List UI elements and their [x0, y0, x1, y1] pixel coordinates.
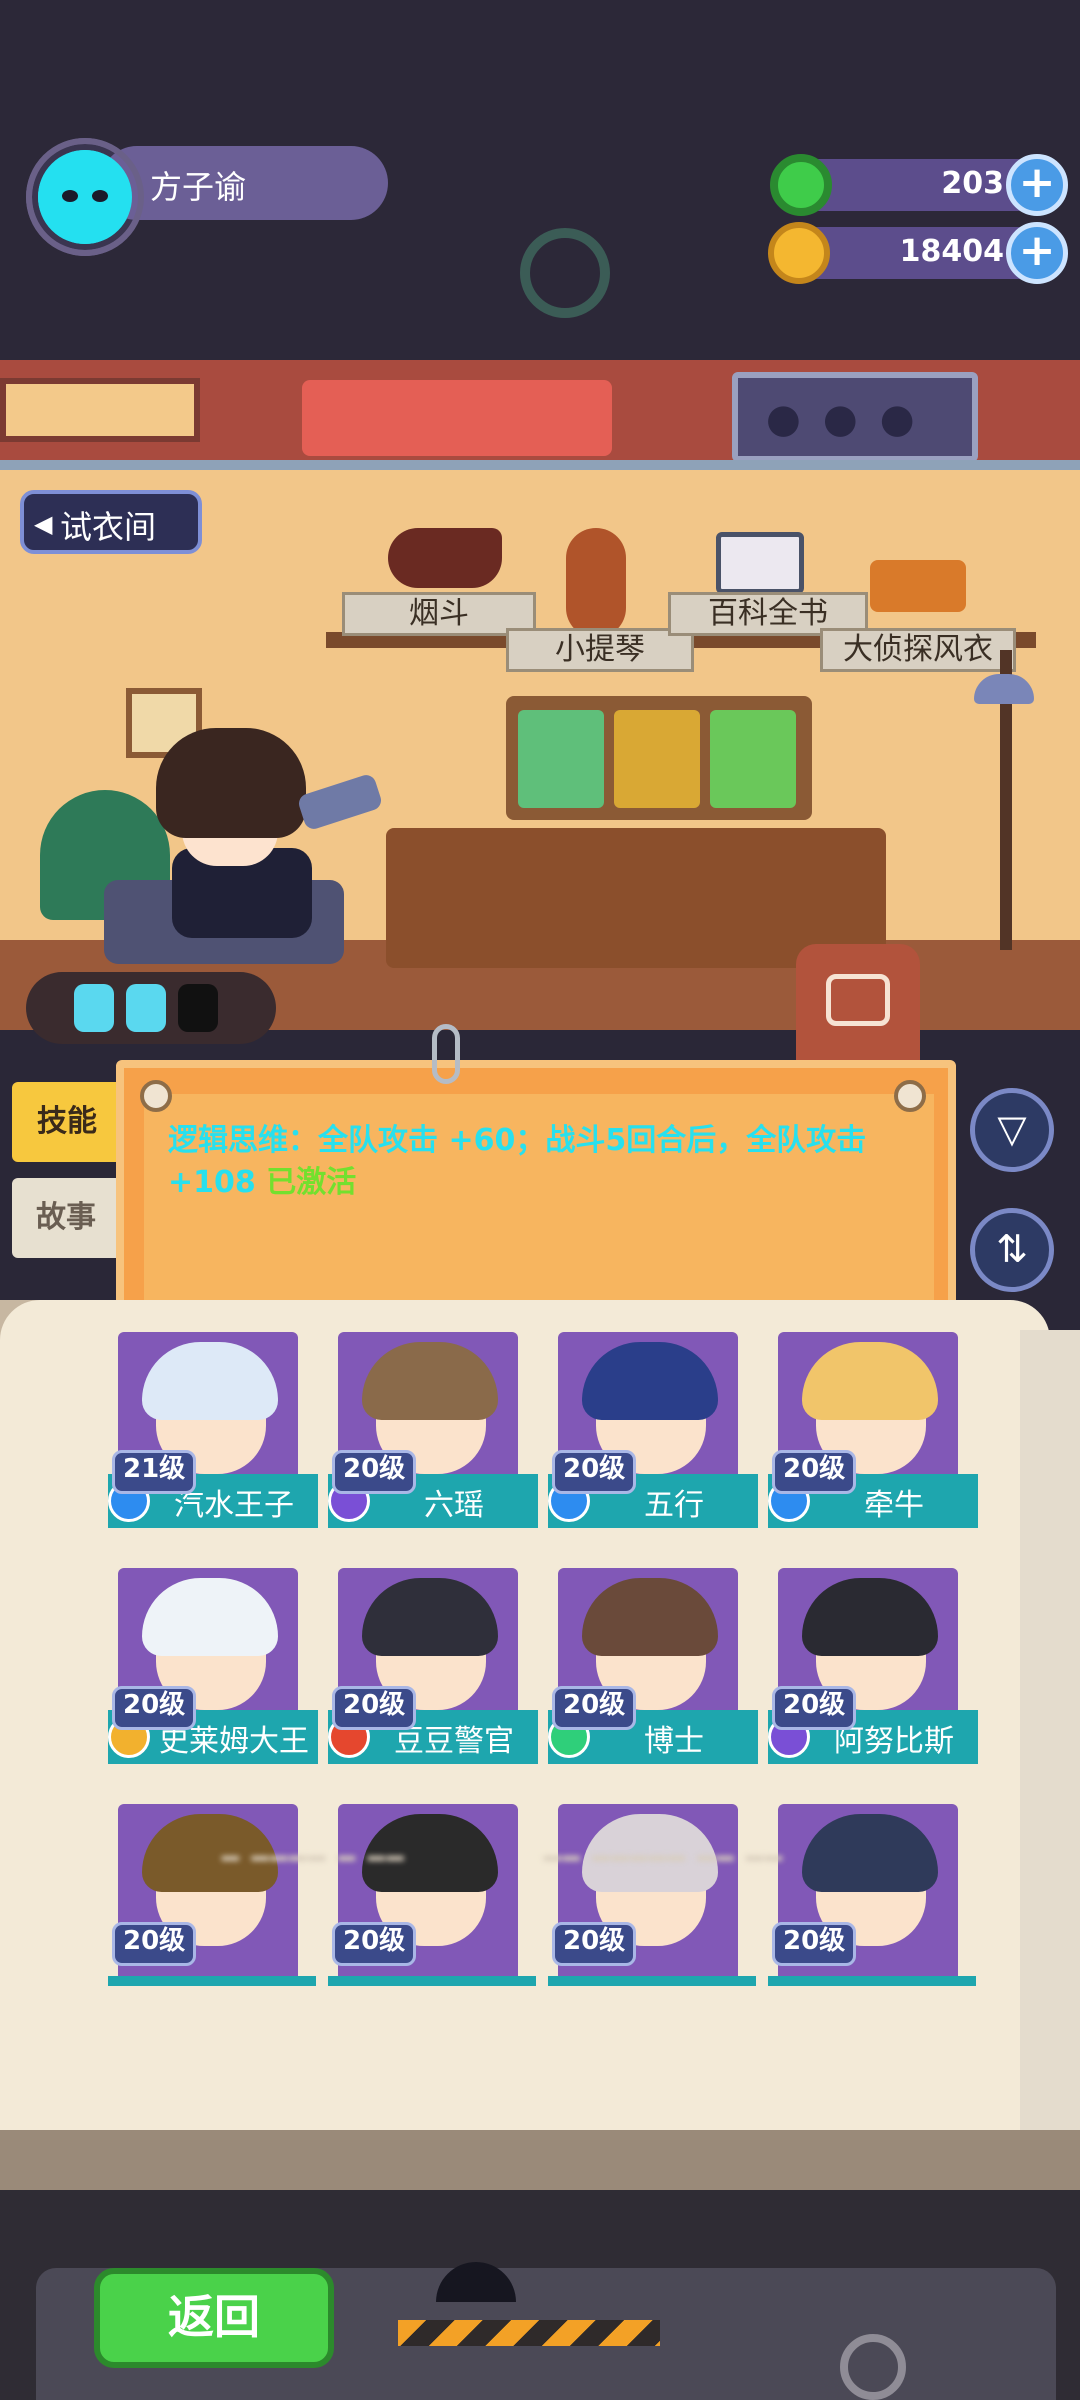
shelf-item-label: 大侦探风衣: [820, 628, 1016, 672]
character-card[interactable]: 阿努比斯 20级: [768, 1560, 978, 1792]
character-level: 21级: [112, 1450, 197, 1494]
tab-story[interactable]: 故事: [12, 1178, 120, 1258]
character-level: 20级: [772, 1686, 857, 1730]
book-base: [0, 2130, 1080, 2190]
back-arrow-icon: ◀: [34, 510, 53, 538]
avatar-face: [38, 150, 132, 244]
skill-description: 逻辑思维：全队攻击 +60；战斗5回合后，全队攻击 +108 已激活: [168, 1120, 908, 1204]
character-card[interactable]: 史莱姆大王 20级: [108, 1560, 318, 1792]
energy-cell-empty-icon: [178, 984, 218, 1032]
tab-skill[interactable]: 技能: [12, 1082, 122, 1162]
add-green-currency-button[interactable]: +: [1006, 154, 1068, 216]
character-level: 20级: [552, 1450, 637, 1494]
vent-panel: [0, 378, 200, 442]
character-level: 20级: [772, 1450, 857, 1494]
coat-icon[interactable]: [870, 560, 966, 612]
pin-icon: [894, 1080, 926, 1112]
character-level: 20级: [332, 1450, 417, 1494]
filter-button[interactable]: ▽: [970, 1088, 1054, 1172]
character-level: 20级: [112, 1922, 197, 1966]
character-card[interactable]: 汽水王子 21级: [108, 1324, 318, 1556]
character-card[interactable]: 20级: [108, 1796, 316, 1988]
player-name: 方子谕: [150, 168, 247, 206]
pipe-icon[interactable]: [388, 528, 502, 588]
ghost-screen: ●●●: [732, 372, 978, 462]
character-card[interactable]: 20级: [328, 1796, 536, 1988]
energy-cell-icon: [74, 984, 114, 1032]
character-level: 20级: [552, 1922, 637, 1966]
encyclopedia-icon[interactable]: [716, 532, 804, 594]
portrait: [710, 710, 796, 808]
character-card[interactable]: 20级: [548, 1796, 756, 1988]
detective-character-hair: [156, 728, 306, 838]
blurred-text: ━ ━━━━ ━ ━━: [222, 1842, 406, 1875]
character-card[interactable]: 豆豆警官 20级: [328, 1560, 538, 1792]
character-card[interactable]: 五行 20级: [548, 1324, 758, 1556]
character-level: 20级: [772, 1922, 857, 1966]
card-nameplate: [108, 1976, 316, 1986]
dressing-room-label: 试衣间: [60, 508, 157, 546]
book-page-edge: [1020, 1330, 1080, 2150]
card-nameplate: [328, 1976, 536, 1986]
filter-icon: ▽: [997, 1107, 1027, 1151]
green-currency-value: 203: [941, 166, 1004, 201]
character-card[interactable]: 牵牛 20级: [768, 1324, 978, 1556]
gold-currency-value: 18404: [899, 234, 1004, 269]
portrait: [518, 710, 604, 808]
energy-cell-icon: [126, 984, 166, 1032]
character-level: 20级: [112, 1686, 197, 1730]
hazard-stripe: [398, 2320, 660, 2346]
character-level: 20级: [332, 1922, 417, 1966]
card-nameplate: [548, 1976, 756, 1986]
gear-icon: [840, 2334, 906, 2400]
sort-button[interactable]: ⇅: [970, 1208, 1054, 1292]
portrait: [614, 710, 700, 808]
shelf-item-label: 小提琴: [506, 628, 694, 672]
back-button[interactable]: 返回: [94, 2268, 334, 2368]
paperclip-icon: [432, 1024, 460, 1084]
blurred-text: ━━ ━━━━━ ━━ ━━: [544, 1842, 785, 1875]
character-level: 20级: [332, 1686, 417, 1730]
windmill-icon: [520, 228, 610, 318]
machine-panel: [302, 380, 612, 456]
wardrobe-icon: [826, 974, 890, 1026]
character-card[interactable]: 博士 20级: [548, 1560, 758, 1792]
pin-icon: [140, 1080, 172, 1112]
character-card[interactable]: 20级: [768, 1796, 976, 1988]
skill-status: 已激活: [266, 1165, 357, 1200]
character-level: 20级: [552, 1686, 637, 1730]
add-gold-currency-button[interactable]: +: [1006, 222, 1068, 284]
violin-icon[interactable]: [566, 528, 626, 638]
card-nameplate: [768, 1976, 976, 1986]
character-card[interactable]: 六瑶 20级: [328, 1324, 538, 1556]
sort-icon: ⇅: [996, 1227, 1028, 1271]
